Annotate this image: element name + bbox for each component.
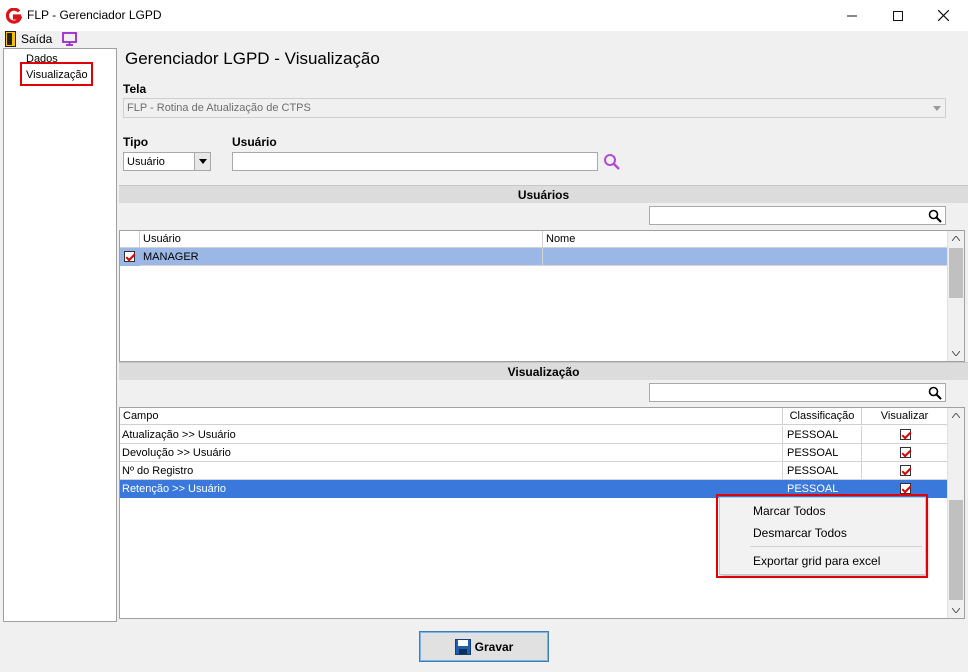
table-row[interactable]: Atualização >> Usuário PESSOAL [120,426,948,444]
monitor-icon[interactable] [62,32,77,46]
close-icon [937,10,949,21]
tipo-value: Usuário [127,156,165,168]
view-col-classificacao[interactable]: Classificação [783,408,862,425]
visualizar-checkbox[interactable] [900,447,911,458]
users-grid-scrollbar[interactable] [947,231,964,361]
scroll-up-icon[interactable] [952,236,960,241]
tela-select[interactable]: FLP - Rotina de Atualização de CTPS [123,98,946,118]
table-row[interactable]: Devolução >> Usuário PESSOAL [120,444,948,462]
scroll-down-icon[interactable] [952,351,960,356]
classificacao-cell: PESSOAL [783,426,862,444]
maximize-icon [893,10,903,21]
users-col-check [120,231,140,248]
tela-label: Tela [123,82,147,96]
scroll-thumb[interactable] [949,248,963,298]
classificacao-cell: PESSOAL [783,444,862,462]
minimize-icon [847,15,857,16]
view-filter-input[interactable] [649,383,946,402]
tipo-select[interactable]: Usuário [123,152,211,171]
search-icon[interactable] [603,153,621,171]
scroll-up-icon[interactable] [952,413,960,418]
usuario-label: Usuário [232,135,277,149]
scroll-thumb[interactable] [949,500,963,600]
table-row[interactable]: MANAGER [120,248,948,266]
page-title: Gerenciador LGPD - Visualização [125,49,380,68]
scroll-down-icon[interactable] [952,608,960,613]
tela-value: FLP - Rotina de Atualização de CTPS [127,102,311,114]
view-section-header: Visualização [119,362,968,380]
nome-cell [543,248,948,266]
save-label: Gravar [474,639,514,654]
table-row[interactable]: Nº do Registro PESSOAL [120,462,948,480]
search-icon[interactable] [928,209,942,223]
context-menu-highlight [716,494,928,578]
row-checkbox[interactable] [124,251,135,262]
visualizar-checkbox[interactable] [900,465,911,476]
minimize-button[interactable] [829,0,875,31]
classificacao-cell: PESSOAL [783,462,862,480]
exit-door-icon[interactable] [5,31,17,47]
users-col-nome[interactable]: Nome [543,231,948,248]
app-logo-icon [6,8,22,24]
view-col-visualizar[interactable]: Visualizar [862,408,948,425]
users-col-usuario[interactable]: Usuário [140,231,543,248]
floppy-disk-icon [454,638,471,655]
search-icon[interactable] [928,386,942,400]
campo-cell: Atualização >> Usuário [120,426,783,444]
exit-label[interactable]: Saída [21,32,52,46]
toolbar [0,31,968,48]
visualizar-checkbox[interactable] [900,483,911,494]
save-button[interactable]: Gravar [419,631,549,662]
campo-cell: Nº do Registro [120,462,783,480]
chevron-down-icon [933,106,941,111]
users-filter-input[interactable] [649,206,946,225]
users-section-header: Usuários [119,185,968,203]
visualizar-checkbox[interactable] [900,429,911,440]
users-grid: Usuário Nome MANAGER [119,230,965,362]
chevron-down-icon [199,159,207,164]
close-button[interactable] [920,0,966,31]
view-grid-scrollbar[interactable] [947,408,964,618]
campo-cell: Retenção >> Usuário [120,480,783,498]
window-title: FLP - Gerenciador LGPD [27,8,162,22]
view-col-campo[interactable]: Campo [120,408,783,425]
navigation-tree: Dados Visualização [3,48,117,622]
tree-selection-highlight [20,62,93,86]
maximize-button[interactable] [875,0,921,31]
campo-cell: Devolução >> Usuário [120,444,783,462]
tipo-label: Tipo [123,135,149,149]
usuario-cell: MANAGER [140,248,543,266]
usuario-input[interactable] [232,152,598,171]
